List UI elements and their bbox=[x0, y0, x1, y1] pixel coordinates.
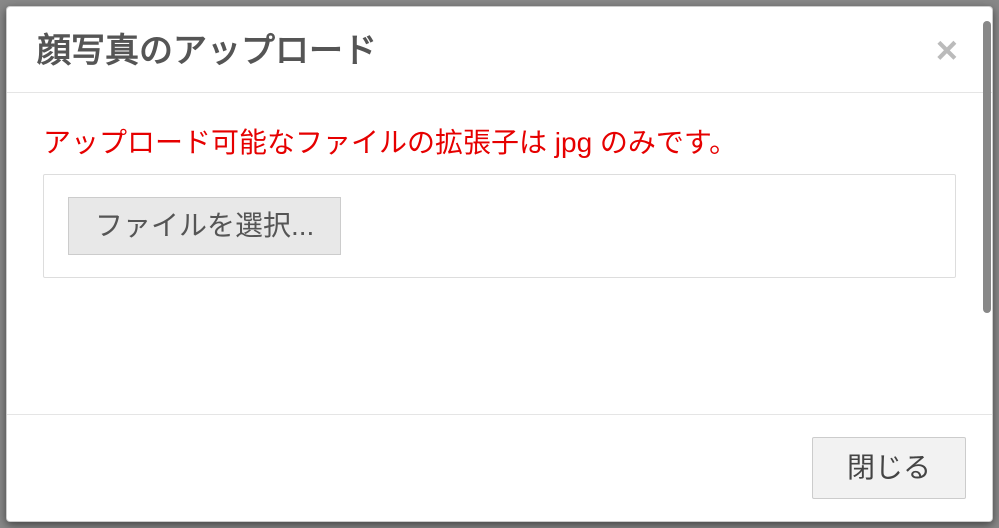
error-message: アップロード可能なファイルの拡張子は jpg のみです。 bbox=[43, 123, 956, 162]
scrollbar-thumb[interactable] bbox=[983, 21, 991, 313]
modal-body: アップロード可能なファイルの拡張子は jpg のみです。 ファイルを選択... bbox=[7, 93, 992, 414]
scrollbar[interactable] bbox=[981, 21, 991, 507]
close-button[interactable]: 閉じる bbox=[812, 437, 966, 499]
upload-modal: 顔写真のアップロード × アップロード可能なファイルの拡張子は jpg のみです… bbox=[6, 6, 993, 522]
file-select-button[interactable]: ファイルを選択... bbox=[68, 197, 341, 255]
file-upload-box: ファイルを選択... bbox=[43, 174, 956, 278]
modal-footer: 閉じる bbox=[7, 414, 992, 521]
close-icon[interactable]: × bbox=[932, 32, 962, 70]
modal-title: 顔写真のアップロード bbox=[37, 31, 377, 72]
modal-header: 顔写真のアップロード × bbox=[7, 7, 992, 93]
